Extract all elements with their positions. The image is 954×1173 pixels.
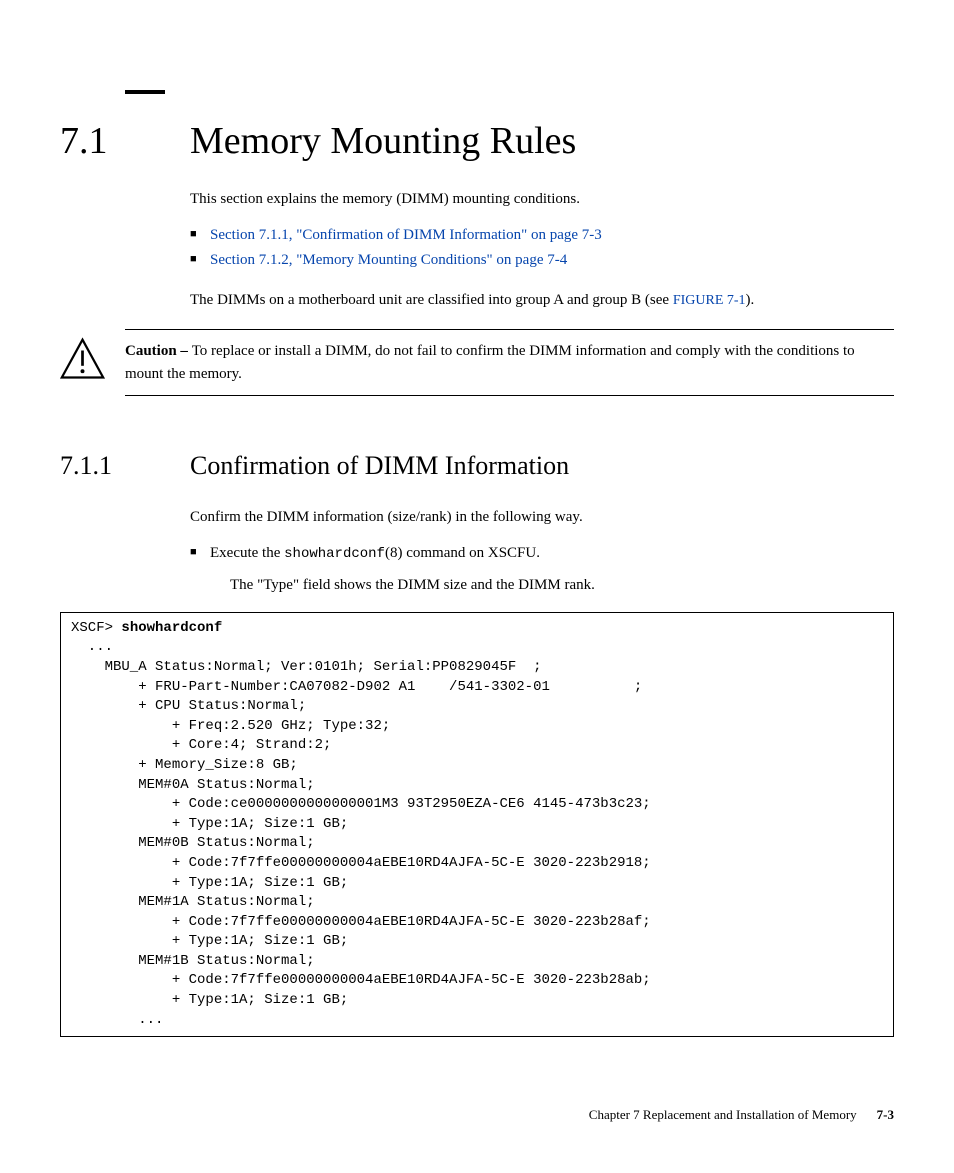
- instruction-sub: The "Type" field shows the DIMM size and…: [230, 574, 894, 597]
- caution-label: Caution –: [125, 343, 192, 359]
- instruction-list: Execute the showhardconf(8) command on X…: [190, 541, 894, 597]
- subsection-heading: 7.1.1 Confirmation of DIMM Information: [60, 451, 894, 481]
- code-block: XSCF> showhardconf ... MBU_A Status:Norm…: [60, 612, 894, 1037]
- footer-page: 7-3: [877, 1107, 894, 1123]
- code-command: showhardconf: [121, 620, 222, 636]
- page-footer: Chapter 7 Replacement and Installation o…: [60, 1107, 894, 1123]
- code-prompt: XSCF>: [71, 620, 121, 636]
- subsection-intro: Confirm the DIMM information (size/rank)…: [190, 506, 894, 529]
- section-heading: 7.1 Memory Mounting Rules: [60, 119, 894, 163]
- xref-link[interactable]: Section 7.1.2, "Memory Mounting Conditio…: [210, 252, 567, 268]
- figure-ref[interactable]: FIGURE 7-1: [673, 293, 746, 308]
- section-rule: [125, 90, 165, 94]
- caution-text: Caution – To replace or install a DIMM, …: [125, 329, 894, 396]
- caution-body: To replace or install a DIMM, do not fai…: [125, 343, 855, 382]
- caution-block: Caution – To replace or install a DIMM, …: [60, 329, 894, 396]
- section-title: Memory Mounting Rules: [190, 119, 576, 163]
- instruction-post: (8) command on XSCFU.: [385, 545, 540, 561]
- warning-icon: [60, 329, 115, 387]
- intro-para: This section explains the memory (DIMM) …: [190, 188, 894, 211]
- subsection-title: Confirmation of DIMM Information: [190, 451, 569, 481]
- xref-link[interactable]: Section 7.1.1, "Confirmation of DIMM Inf…: [210, 227, 602, 243]
- link-item-2: Section 7.1.2, "Memory Mounting Conditio…: [190, 248, 894, 274]
- link-list: Section 7.1.1, "Confirmation of DIMM Inf…: [190, 223, 894, 274]
- instruction-pre: Execute the: [210, 545, 284, 561]
- link-item-1: Section 7.1.1, "Confirmation of DIMM Inf…: [190, 223, 894, 249]
- para-text: The DIMMs on a motherboard unit are clas…: [190, 292, 673, 308]
- footer-chapter: Chapter 7 Replacement and Installation o…: [589, 1107, 857, 1123]
- code-output: ... MBU_A Status:Normal; Ver:0101h; Seri…: [71, 639, 651, 1027]
- group-para: The DIMMs on a motherboard unit are clas…: [190, 289, 894, 312]
- instruction-item: Execute the showhardconf(8) command on X…: [190, 541, 894, 597]
- section-number: 7.1: [60, 119, 190, 163]
- subsection-number: 7.1.1: [60, 451, 190, 481]
- para-text: ).: [746, 292, 755, 308]
- command-name: showhardconf: [284, 546, 385, 562]
